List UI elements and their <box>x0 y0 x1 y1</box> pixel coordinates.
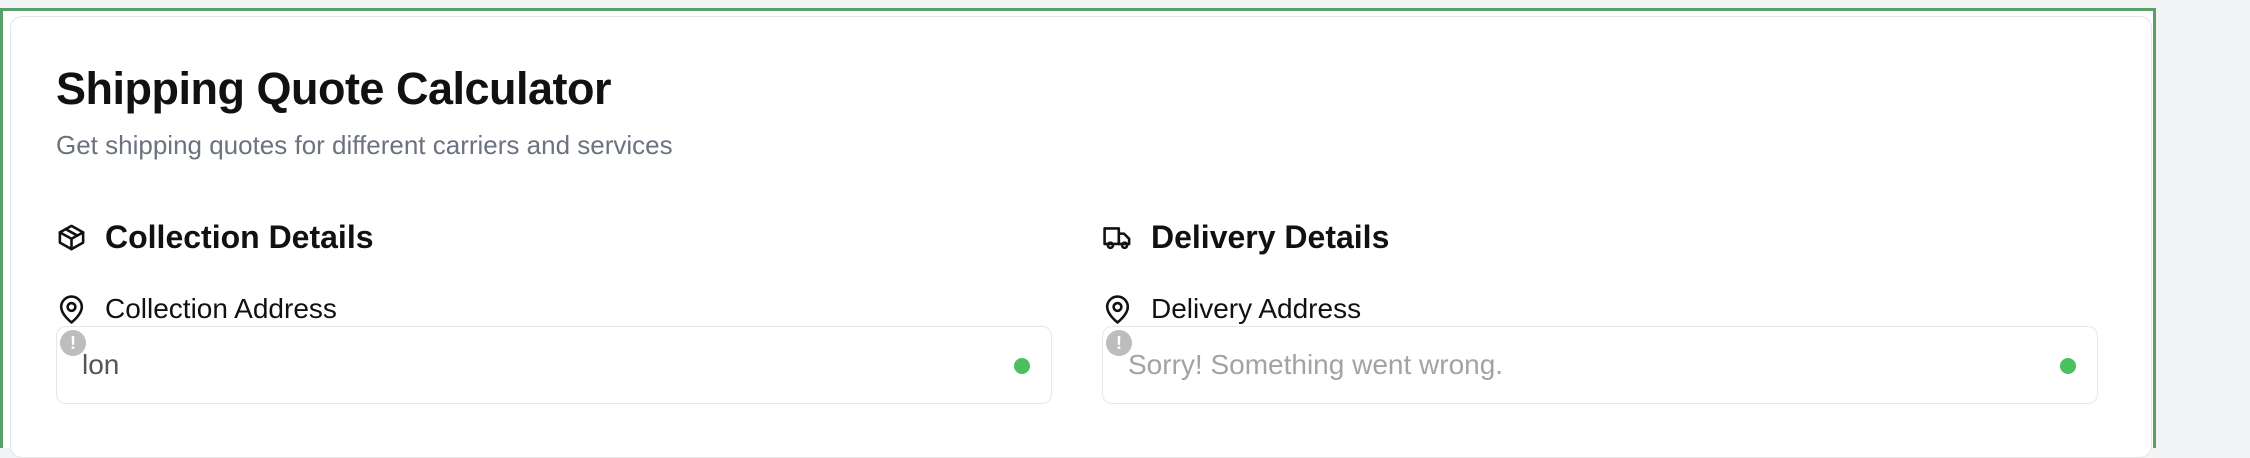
map-pin-icon <box>1102 294 1133 325</box>
collection-address-label-text: Collection Address <box>105 293 337 324</box>
delivery-status-indicator <box>2060 358 2076 374</box>
collection-section-title: Collection Details <box>56 219 374 256</box>
truck-icon <box>1102 222 1133 253</box>
delivery-section-title: Delivery Details <box>1102 219 1389 256</box>
page-subtitle: Get shipping quotes for different carrie… <box>56 130 673 160</box>
delivery-address-input[interactable]: Sorry! Something went wrong. <box>1102 326 2098 404</box>
collection-address-label: Collection Address <box>56 293 337 325</box>
delivery-address-label: Delivery Address <box>1102 293 1361 325</box>
collection-status-indicator <box>1014 358 1030 374</box>
alert-icon: ! <box>1106 330 1132 356</box>
package-icon <box>56 222 87 253</box>
delivery-address-label-text: Delivery Address <box>1151 293 1362 324</box>
map-pin-icon <box>56 294 87 325</box>
collection-address-input[interactable]: lon <box>56 326 1052 404</box>
page-title: Shipping Quote Calculator <box>56 63 612 114</box>
collection-section-label: Collection Details <box>105 219 374 255</box>
delivery-section-label: Delivery Details <box>1151 219 1390 255</box>
alert-icon: ! <box>60 330 86 356</box>
